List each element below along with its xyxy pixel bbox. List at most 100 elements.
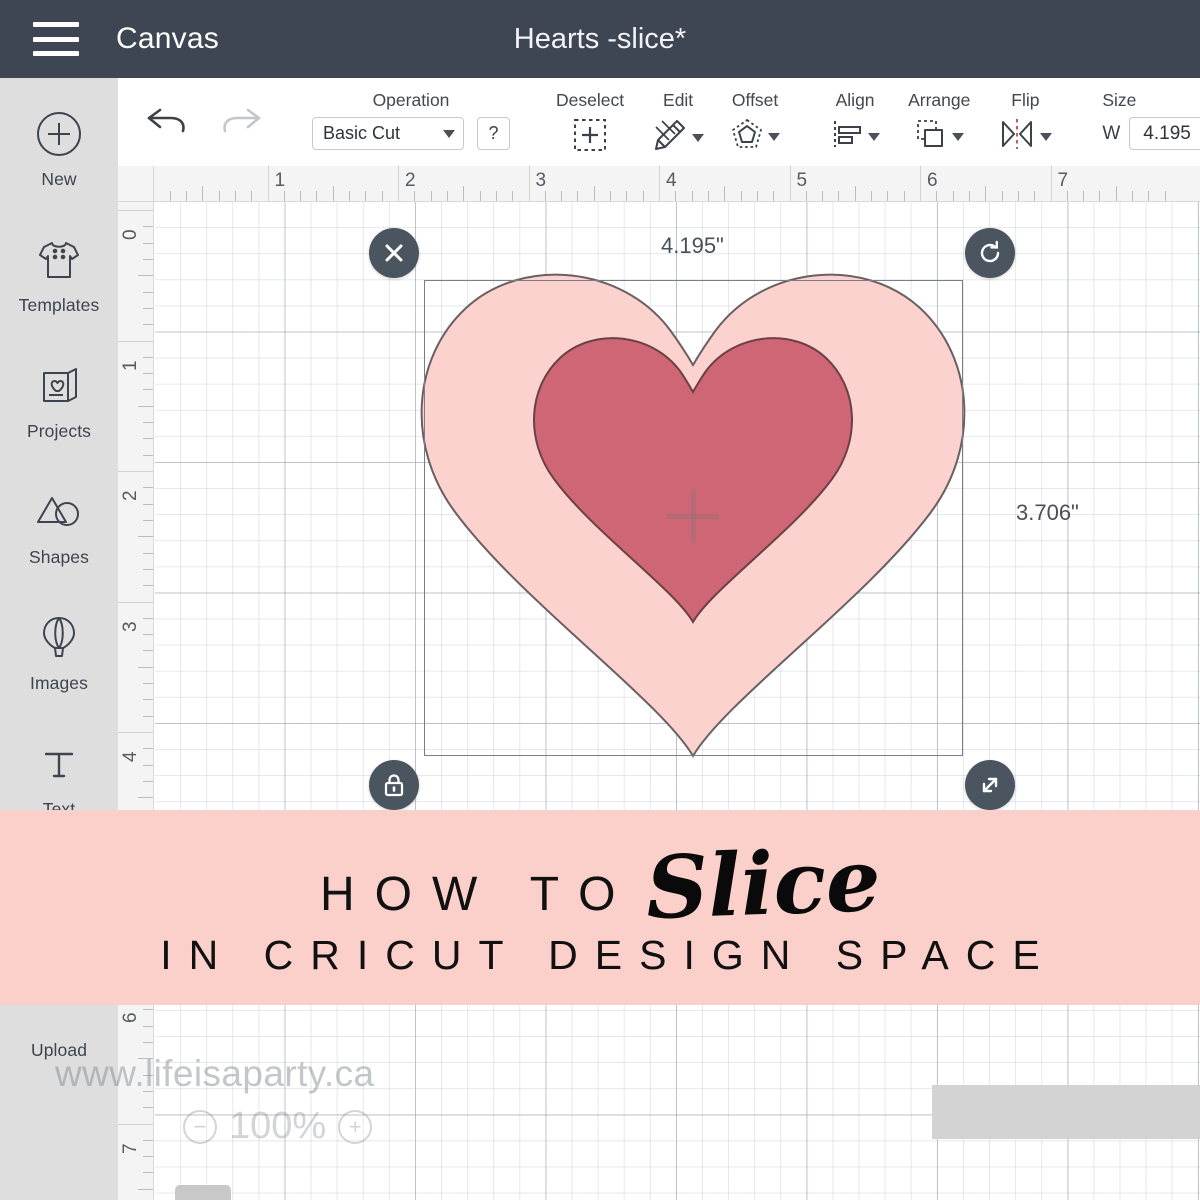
ruler-minor-tick: [741, 191, 742, 201]
ruler-major-line: [118, 210, 154, 211]
banner-script-text: Slice: [644, 842, 881, 928]
ruler-minor-tick: [143, 243, 153, 244]
shapes-icon: [36, 484, 82, 540]
flip-icon[interactable]: [998, 117, 1036, 156]
ruler-major-line: [268, 166, 269, 202]
offset-polygon-icon[interactable]: [730, 117, 764, 156]
arrange-group[interactable]: Arrange: [880, 78, 970, 166]
chevron-down-icon[interactable]: [868, 133, 880, 141]
ruler-major-line: [118, 341, 154, 342]
operation-select[interactable]: Basic Cut: [312, 117, 464, 150]
ruler-minor-tick: [1018, 191, 1019, 201]
ruler-minor-tick: [143, 634, 153, 635]
ruler-minor-tick: [143, 1107, 153, 1108]
offset-group[interactable]: Offset: [704, 78, 780, 166]
ruler-minor-tick: [138, 797, 153, 798]
ruler-minor-tick: [143, 389, 153, 390]
edit-group[interactable]: Edit: [624, 78, 704, 166]
ruler-minor-tick: [838, 191, 839, 201]
ruler-minor-tick: [202, 186, 203, 201]
zoom-control[interactable]: − 100% +: [183, 1105, 372, 1148]
ruler-minor-tick: [284, 191, 285, 201]
edit-pencil-icon[interactable]: [652, 117, 688, 158]
ruler-minor-tick: [904, 191, 905, 201]
width-label: W: [1102, 123, 1120, 145]
banner-howto-text: HOW TO: [320, 867, 636, 922]
zoom-in-button[interactable]: +: [338, 1110, 372, 1144]
ruler-minor-tick: [985, 186, 986, 201]
lock-ratio-handle[interactable]: [369, 760, 419, 810]
rotate-handle[interactable]: [965, 228, 1015, 278]
undo-redo-group: [118, 78, 290, 166]
sidebar-item-images[interactable]: Images: [0, 596, 118, 722]
ruler-minor-tick: [545, 191, 546, 201]
ruler-minor-tick: [887, 191, 888, 201]
card-heart-icon: [37, 358, 81, 414]
flip-group[interactable]: Flip: [970, 78, 1052, 166]
ruler-major-line: [790, 166, 791, 202]
bottom-right-panel: [932, 1085, 1200, 1139]
ruler-minor-tick: [143, 438, 153, 439]
deselect-group[interactable]: Deselect: [532, 78, 624, 166]
operation-value: Basic Cut: [323, 123, 400, 144]
zoom-out-button[interactable]: −: [183, 1110, 217, 1144]
resize-diagonal-icon: [976, 771, 1004, 799]
sidebar-item-templates[interactable]: Templates: [0, 218, 118, 344]
plus-circle-icon: [35, 106, 83, 162]
chevron-down-icon[interactable]: [768, 133, 780, 141]
width-input[interactable]: [1129, 117, 1200, 150]
ruler-minor-tick: [143, 520, 153, 521]
ruler-minor-tick: [594, 186, 595, 201]
sidebar-label-templates: Templates: [19, 295, 100, 316]
deselect-marquee-icon[interactable]: [572, 117, 608, 158]
ruler-minor-tick: [143, 553, 153, 554]
ruler-major-line: [118, 602, 154, 603]
ruler-major-line: [1051, 166, 1052, 202]
ruler-minor-tick: [643, 191, 644, 201]
arrange-layers-icon[interactable]: [914, 117, 948, 156]
toolbar: Operation Basic Cut ? Deselect: [118, 78, 1200, 166]
sidebar-item-new[interactable]: New: [0, 92, 118, 218]
ruler-tick-label: 3: [536, 170, 547, 192]
sidebar-item-shapes[interactable]: Shapes: [0, 470, 118, 596]
chevron-down-icon[interactable]: [692, 134, 704, 142]
top-bar: Canvas Hearts -slice*: [0, 0, 1200, 78]
sidebar-item-projects[interactable]: Projects: [0, 344, 118, 470]
ruler-tick-label: 5: [797, 170, 808, 192]
ruler-minor-tick: [143, 618, 153, 619]
hot-air-balloon-icon: [39, 610, 79, 666]
hamburger-menu-icon[interactable]: [33, 22, 79, 56]
chevron-down-icon[interactable]: [1040, 133, 1052, 141]
ruler-tick-label: 6: [120, 1012, 142, 1023]
ruler-minor-tick: [855, 186, 856, 201]
ruler-minor-tick: [480, 191, 481, 201]
ruler-minor-tick: [773, 191, 774, 201]
align-icon[interactable]: [830, 117, 864, 156]
size-group: Size W: [1078, 78, 1200, 166]
ruler-minor-tick: [708, 191, 709, 201]
resize-handle[interactable]: [965, 760, 1015, 810]
ruler-tick-label: 6: [927, 170, 938, 192]
close-x-icon: [380, 239, 408, 267]
ruler-minor-tick: [1067, 191, 1068, 201]
ruler-minor-tick: [143, 765, 153, 766]
ruler-minor-tick: [1002, 191, 1003, 201]
ruler-minor-tick: [871, 191, 872, 201]
ruler-minor-tick: [138, 1189, 153, 1190]
ruler-minor-tick: [365, 191, 366, 201]
ruler-major-line: [118, 471, 154, 472]
align-group[interactable]: Align: [806, 78, 880, 166]
ruler-minor-tick: [143, 455, 153, 456]
ruler-minor-tick: [1148, 191, 1149, 201]
sidebar-label-shapes: Shapes: [29, 547, 89, 568]
delete-handle[interactable]: [369, 228, 419, 278]
title-banner: HOW TO Slice IN CRICUT DESIGN SPACE: [0, 810, 1200, 1005]
ruler-minor-tick: [1083, 191, 1084, 201]
ruler-minor-tick: [333, 186, 334, 201]
ruler-minor-tick: [757, 191, 758, 201]
app-title: Canvas: [116, 22, 219, 56]
operation-help-button[interactable]: ?: [477, 117, 510, 150]
redo-arrow-icon[interactable]: [218, 101, 264, 144]
chevron-down-icon[interactable]: [952, 133, 964, 141]
undo-arrow-icon[interactable]: [144, 101, 190, 144]
